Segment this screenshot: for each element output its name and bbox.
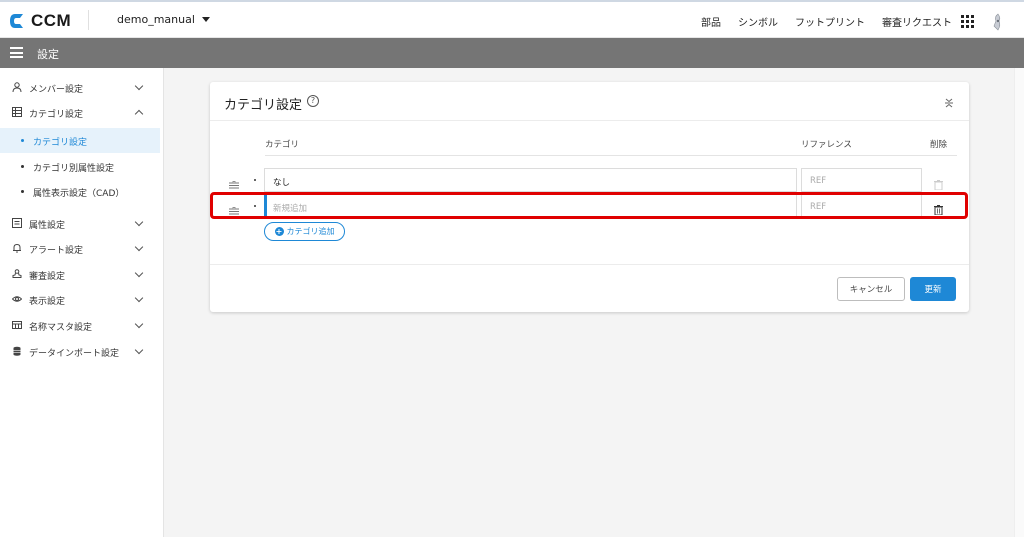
page-title: カテゴリ設定	[224, 98, 303, 113]
column-header-delete: 削除	[930, 140, 948, 150]
update-button[interactable]: 更新	[910, 277, 956, 301]
drag-handle-icon[interactable]	[229, 175, 239, 189]
bullet-icon	[21, 139, 24, 142]
chevron-down-icon	[134, 268, 144, 278]
bullet-icon	[21, 190, 24, 193]
cancel-button[interactable]: キャンセル	[837, 277, 905, 301]
sidebar-item-attribute-settings[interactable]: 属性設定	[0, 211, 160, 235]
top-header: CCM demo_manual 部品 シンボル フットプリント 審査リクエスト	[0, 0, 1024, 38]
sidebar-item-data-import-settings[interactable]: データインポート設定	[0, 339, 160, 363]
sidebar-item-label: アラート設定	[29, 246, 84, 256]
nav-symbol[interactable]: シンボル	[738, 14, 778, 29]
highlight-box	[210, 192, 968, 219]
chevron-down-icon	[134, 217, 144, 227]
project-selector[interactable]: demo_manual	[117, 13, 210, 26]
sidebar-subitem-category-attribute-settings[interactable]: カテゴリ別属性設定	[0, 154, 160, 179]
delete-icon[interactable]	[934, 175, 943, 191]
database-icon	[12, 346, 22, 356]
sidebar-item-label: 名称マスタ設定	[29, 323, 93, 333]
chevron-down-icon	[134, 81, 144, 91]
bell-icon	[12, 243, 22, 253]
row-bullet	[254, 179, 256, 181]
sidebar-item-label: メンバー設定	[29, 85, 84, 95]
column-divider	[265, 155, 957, 156]
list-icon	[12, 107, 22, 117]
sidebar-subitem-category-settings[interactable]: カテゴリ設定	[0, 128, 160, 153]
bullet-icon	[21, 165, 24, 168]
sidebar-item-alert-settings[interactable]: アラート設定	[0, 236, 160, 260]
collapse-icon[interactable]	[944, 95, 954, 109]
chevron-down-icon	[134, 242, 144, 252]
settings-sidebar: メンバー設定 カテゴリ設定 カテゴリ設定 カテゴリ別属性設定 属性表示設定（CA…	[0, 68, 164, 537]
sidebar-item-label: カテゴリ設定	[29, 110, 84, 120]
document-icon	[12, 218, 22, 228]
logo-text: CCM	[31, 11, 72, 30]
sidebar-subitem-label: カテゴリ別属性設定	[33, 164, 115, 174]
add-category-button[interactable]: + カテゴリ追加	[264, 222, 345, 241]
ccm-logo-icon	[8, 12, 28, 30]
sidebar-item-category-settings[interactable]: カテゴリ設定	[0, 100, 160, 124]
page-scrollbar[interactable]	[1014, 68, 1024, 537]
sidebar-item-review-settings[interactable]: 審査設定	[0, 262, 160, 286]
chevron-down-icon	[134, 319, 144, 329]
sidebar-item-display-settings[interactable]: 表示設定	[0, 287, 160, 311]
sidebar-subitem-label: カテゴリ設定	[33, 138, 88, 148]
plus-icon: +	[274, 227, 284, 236]
nav-review-request[interactable]: 審査リクエスト	[882, 14, 952, 29]
person-icon	[12, 82, 22, 93]
sidebar-item-member-settings[interactable]: メンバー設定	[0, 75, 160, 99]
project-name: demo_manual	[117, 13, 195, 26]
sidebar-item-label: データインポート設定	[29, 349, 120, 359]
stamp-icon	[12, 269, 22, 279]
chevron-down-icon	[134, 345, 144, 355]
column-header-category: カテゴリ	[265, 140, 300, 150]
sidebar-subitem-attribute-display-cad[interactable]: 属性表示設定（CAD）	[0, 179, 160, 204]
ccm-logo[interactable]: CCM	[8, 11, 71, 31]
nav-footprint[interactable]: フットプリント	[795, 14, 865, 29]
eye-icon	[11, 294, 23, 304]
column-header-reference: リファレンス	[801, 140, 852, 150]
top-nav: 部品 シンボル フットプリント 審査リクエスト	[684, 14, 952, 29]
table-icon	[12, 320, 22, 330]
sidebar-item-name-master-settings[interactable]: 名称マスタ設定	[0, 313, 160, 337]
sidebar-item-label: 属性設定	[29, 221, 66, 231]
sidebar-item-label: 審査設定	[29, 272, 66, 282]
caret-down-icon	[201, 17, 210, 22]
nav-parts[interactable]: 部品	[701, 14, 721, 29]
category-name-field[interactable]: なし	[264, 168, 797, 192]
header-divider	[88, 10, 89, 30]
user-avatar-icon[interactable]	[988, 13, 1006, 31]
menu-icon[interactable]	[10, 47, 23, 58]
settings-title: 設定	[37, 48, 59, 61]
footer-divider	[210, 264, 969, 265]
settings-bar: 設定	[0, 38, 1024, 68]
chevron-down-icon	[134, 293, 144, 303]
help-icon[interactable]: ?	[307, 95, 319, 107]
add-category-label: カテゴリ追加	[286, 227, 335, 236]
sidebar-subitem-label: 属性表示設定（CAD）	[33, 189, 125, 199]
header-divider	[210, 120, 969, 121]
sidebar-item-label: 表示設定	[29, 297, 66, 307]
category-settings-card: カテゴリ設定 ? カテゴリ リファレンス 削除 なし REF 新規追加 REF …	[210, 82, 969, 312]
chevron-up-icon	[134, 109, 144, 119]
reference-field[interactable]: REF	[801, 168, 922, 192]
apps-grid-icon[interactable]	[961, 15, 975, 29]
